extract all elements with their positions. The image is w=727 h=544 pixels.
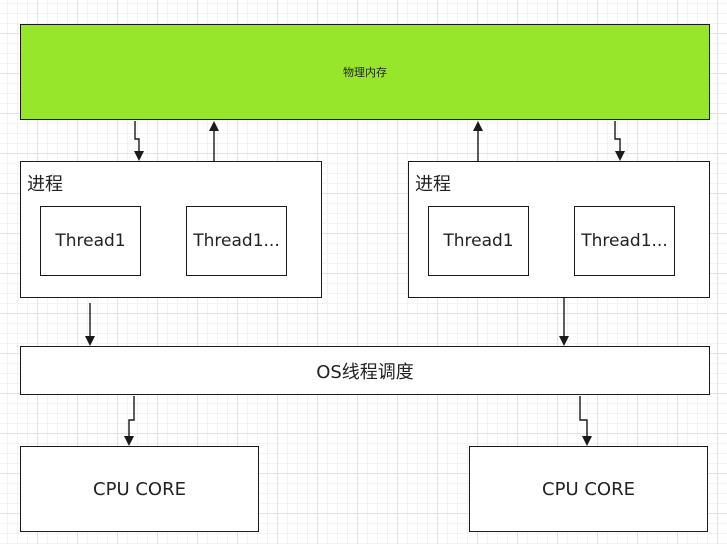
thread-label: Thread1... xyxy=(193,231,280,251)
thread-box: Thread1 xyxy=(40,206,141,276)
cpu-core-label: CPU CORE xyxy=(542,478,635,500)
thread-box: Thread1... xyxy=(574,206,675,276)
process-box-right: 进程 Thread1 Thread1... xyxy=(408,161,710,298)
thread-box: Thread1... xyxy=(186,206,287,276)
physical-memory-label: 物理内存 xyxy=(343,66,387,79)
thread-label: Thread1... xyxy=(581,231,668,251)
process-label: 进程 xyxy=(415,174,451,195)
thread-label: Thread1 xyxy=(443,231,514,251)
thread-label: Thread1 xyxy=(55,231,126,251)
physical-memory-box: 物理内存 xyxy=(20,24,710,120)
thread-box: Thread1 xyxy=(428,206,529,276)
arrow-scheduler-to-cpu-right xyxy=(579,396,592,446)
arrow-scheduler-to-cpu-left xyxy=(124,396,135,446)
process-box-left: 进程 Thread1 Thread1... xyxy=(20,161,322,298)
cpu-core-box-left: CPU CORE xyxy=(20,446,259,532)
process-label: 进程 xyxy=(27,174,63,195)
scheduler-label: OS线程调度 xyxy=(316,361,414,383)
arrow-memory-to-process-right xyxy=(614,121,625,161)
cpu-core-label: CPU CORE xyxy=(93,478,186,500)
os-thread-scheduler-box: OS线程调度 xyxy=(20,346,710,395)
cpu-core-box-right: CPU CORE xyxy=(469,446,708,532)
arrow-memory-to-process-left xyxy=(134,121,144,161)
